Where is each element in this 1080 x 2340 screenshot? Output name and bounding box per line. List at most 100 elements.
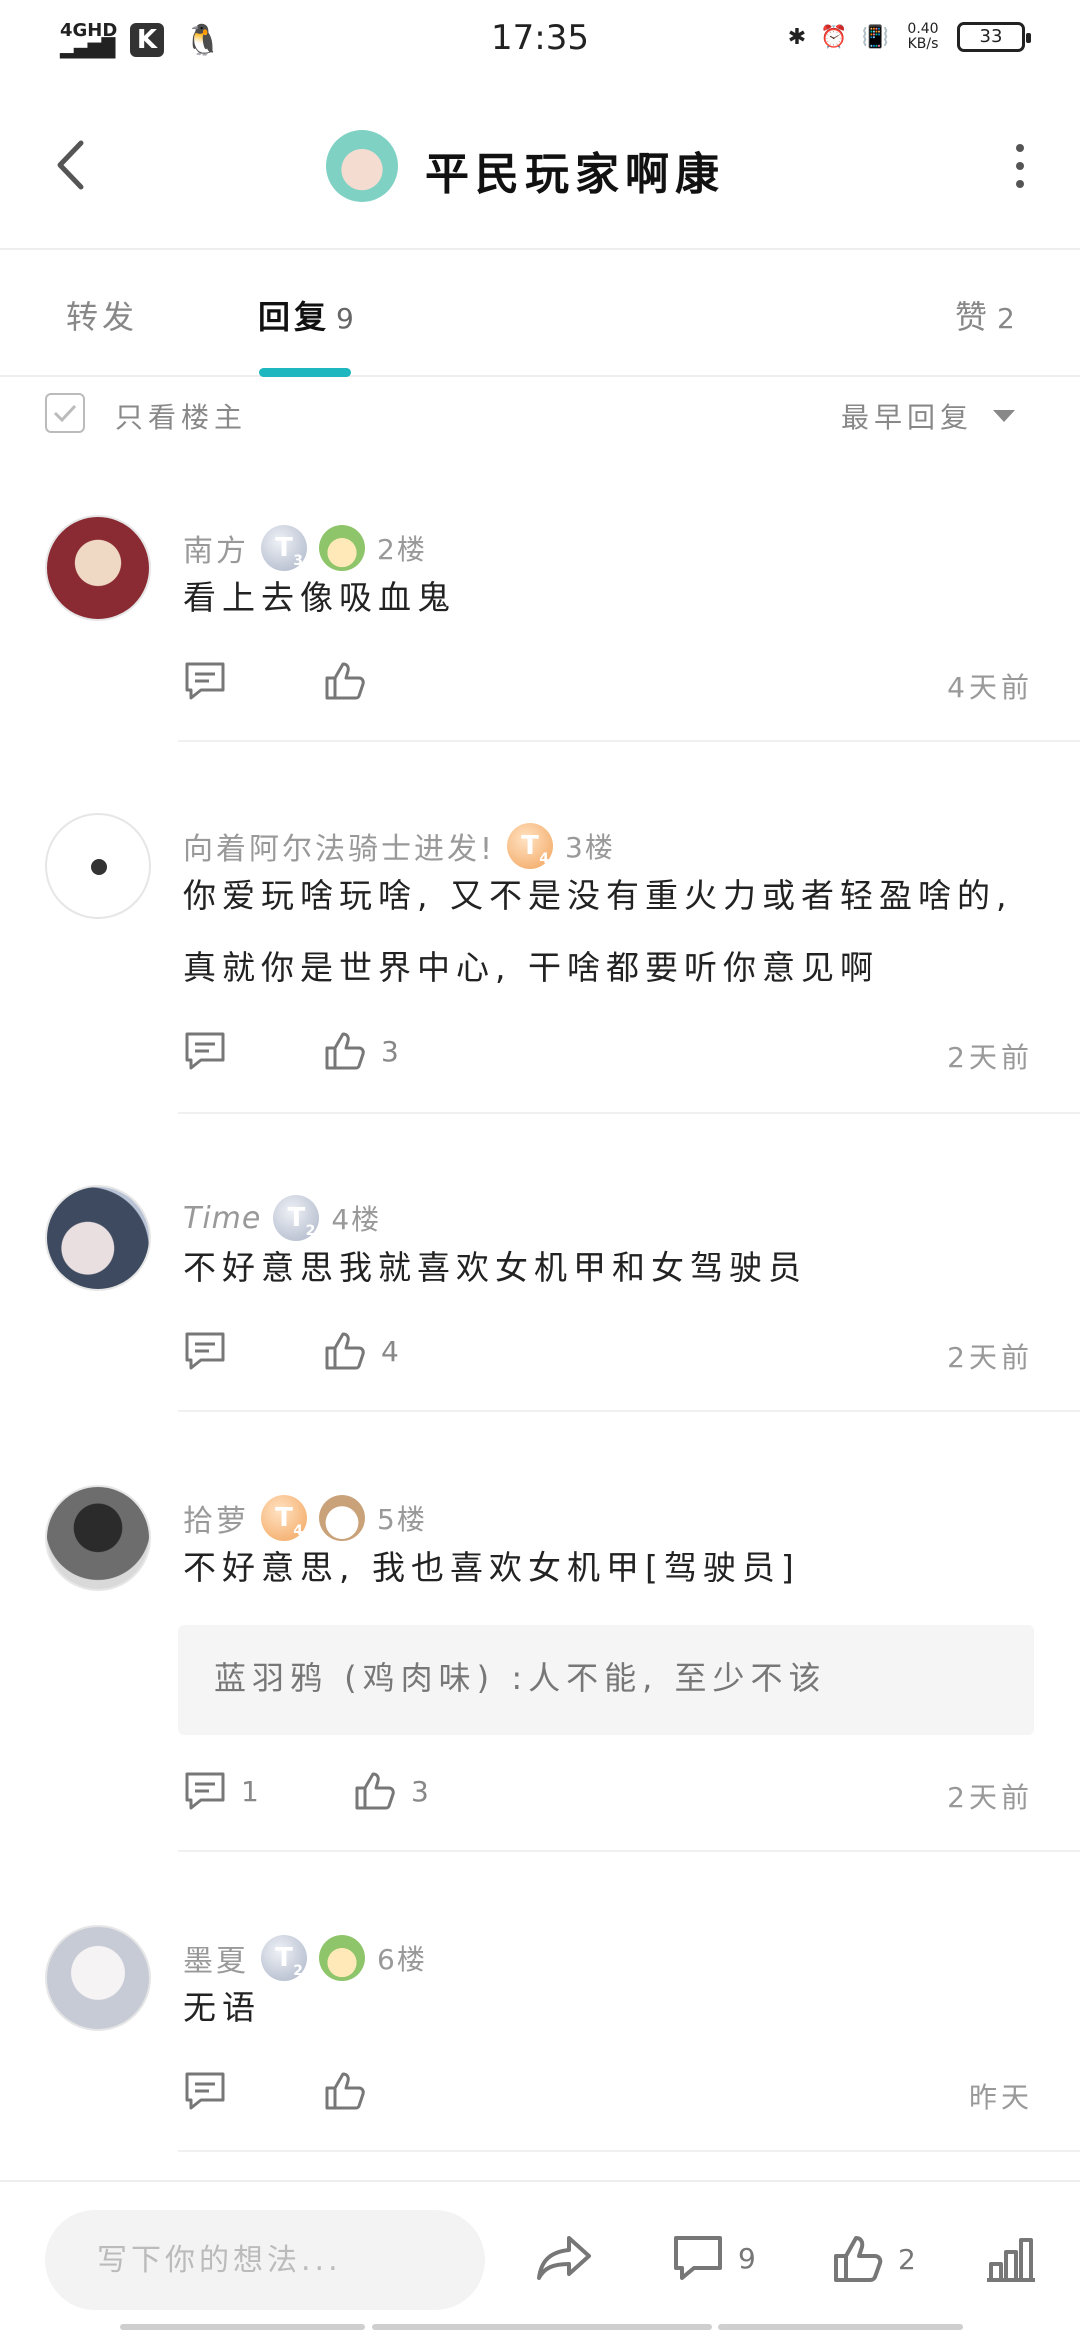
reply-content: 不好意思, 我也喜欢女机甲[驾驶员] [183, 1548, 800, 1587]
level-letter: T [287, 1203, 306, 1233]
like-count: 4 [381, 1334, 399, 1368]
more-dot-icon [1016, 162, 1024, 170]
share-arrow-icon [537, 2236, 591, 2280]
quoted-reply[interactable]: 蓝羽鸦 (鸡肉味) :人不能, 至少不该 [178, 1625, 1034, 1735]
more-options-button[interactable] [1000, 136, 1040, 196]
level-letter: T [275, 533, 293, 563]
divider [178, 740, 1080, 742]
more-dot-icon [1016, 180, 1024, 188]
bar-chart-icon [987, 2238, 1035, 2282]
caret-down-icon [993, 410, 1015, 422]
thumbs-up-icon [325, 2072, 365, 2110]
reply-content: 无语 [183, 1988, 261, 2027]
bluetooth-icon: ✱ [787, 24, 807, 50]
level-letter: T [275, 1503, 293, 1533]
like-button[interactable] [323, 2070, 381, 2112]
thumbs-up-icon [325, 1332, 365, 1370]
comment-button[interactable]: 1 [183, 1770, 259, 1812]
tab-count: 9 [336, 302, 354, 335]
sort-dropdown[interactable]: 最早回复 [841, 396, 1015, 436]
only-op-checkbox[interactable] [45, 393, 85, 433]
tab-repost[interactable]: 转发 [66, 292, 144, 338]
page-title[interactable]: 平民玩家啊康 [425, 138, 725, 202]
comment-button[interactable] [183, 1330, 241, 1372]
bottom-action-bar: 9 2 [0, 2180, 1080, 2340]
only-op-label[interactable]: 只看楼主 [115, 396, 247, 436]
user-avatar[interactable] [45, 1185, 151, 1291]
comments-button[interactable]: 9 [672, 2234, 756, 2282]
level-letter: T [275, 1943, 293, 1973]
reply-actions: 1 3 2天前 [183, 1770, 1033, 1818]
reply-content: 不好意思我就喜欢女机甲和女驾驶员 [183, 1248, 807, 1287]
reply-actions: 3 2天前 [183, 1030, 1033, 1078]
like-button[interactable]: 3 [323, 1030, 399, 1072]
like-button[interactable]: 3 [353, 1770, 429, 1812]
comment-count: 1 [241, 1774, 259, 1808]
like-count: 3 [411, 1774, 429, 1808]
status-bar: 4GHD ▂▄▆█ K 🐧 17:35 ✱ ⏰ 📳 0.40 KB/s 33 [0, 0, 1080, 80]
tab-label: 回复 [258, 298, 331, 336]
chevron-left-icon [57, 140, 84, 190]
back-button[interactable] [40, 130, 100, 200]
vibrate-icon: 📳 [861, 24, 889, 50]
user-avatar[interactable] [45, 1485, 151, 1591]
like-post-button[interactable]: 2 [832, 2234, 916, 2284]
reply-time: 4天前 [947, 671, 1033, 704]
user-avatar[interactable] [45, 813, 151, 919]
comment-input[interactable] [45, 2210, 485, 2310]
reply-time: 昨天 [968, 2081, 1033, 2114]
filter-row: 只看楼主 最早回复 [0, 378, 1080, 448]
bottom-like-count: 2 [898, 2242, 916, 2276]
like-count: 3 [381, 1034, 399, 1068]
thumbs-up-icon [355, 1772, 395, 1810]
battery-icon: 33 [957, 22, 1031, 52]
thumbs-up-icon [325, 662, 365, 700]
divider [178, 1112, 1080, 1114]
tab-count: 2 [997, 302, 1015, 335]
like-button[interactable] [323, 660, 381, 702]
dot-avatar-icon [91, 859, 107, 875]
network-speed-value: 0.40 [907, 21, 939, 37]
comment-icon [185, 662, 225, 700]
level-letter: T [521, 831, 539, 861]
network-speed: 0.40 KB/s [903, 22, 943, 52]
divider [178, 2150, 1080, 2152]
reply-time: 2天前 [947, 1041, 1033, 1074]
comment-button[interactable] [183, 660, 241, 702]
comment-button[interactable] [183, 1030, 241, 1072]
reply-actions: 4 2天前 [183, 1330, 1033, 1378]
reply-content: 你爱玩啥玩啥, 又不是没有重火力或者轻盈啥的, 真就你是世界中心, 干啥都要听你… [183, 876, 1013, 987]
tab-replies[interactable]: 回复 9 [258, 292, 354, 338]
comment-button[interactable] [183, 2070, 241, 2112]
divider [178, 1850, 1080, 1852]
reply-time: 2天前 [947, 1341, 1033, 1374]
tab-bar: 转发 回复 9 赞2 [0, 252, 1080, 377]
nav-gesture-bar [718, 2324, 963, 2330]
active-tab-indicator [259, 368, 351, 377]
comment-icon [185, 1332, 225, 1370]
like-button[interactable]: 4 [323, 1330, 399, 1372]
alarm-icon: ⏰ [820, 24, 848, 50]
tab-label: 赞 [955, 298, 992, 336]
more-dot-icon [1016, 144, 1024, 152]
user-avatar[interactable] [45, 515, 151, 621]
tab-likes[interactable]: 赞2 [955, 292, 1015, 338]
comment-icon [185, 1032, 225, 1070]
comment-icon [185, 2072, 225, 2110]
nav-gesture-bar [120, 2324, 365, 2330]
thumbs-up-icon [325, 1032, 365, 1070]
check-icon [53, 404, 77, 423]
reply-content: 看上去像吸血鬼 [183, 578, 456, 617]
comment-icon [674, 2236, 722, 2280]
reply-time: 2天前 [947, 1781, 1033, 1814]
share-button[interactable] [535, 2234, 593, 2282]
divider [178, 1410, 1080, 1412]
sort-label: 最早回复 [840, 401, 973, 434]
reply-actions: 昨天 [183, 2070, 1033, 2118]
thumbs-up-icon [834, 2236, 883, 2282]
reply-actions: 4天前 [183, 660, 1033, 708]
author-avatar[interactable] [326, 130, 398, 202]
username[interactable]: Time [183, 1201, 261, 1236]
stats-button[interactable] [985, 2234, 1037, 2282]
user-avatar[interactable] [45, 1925, 151, 2031]
